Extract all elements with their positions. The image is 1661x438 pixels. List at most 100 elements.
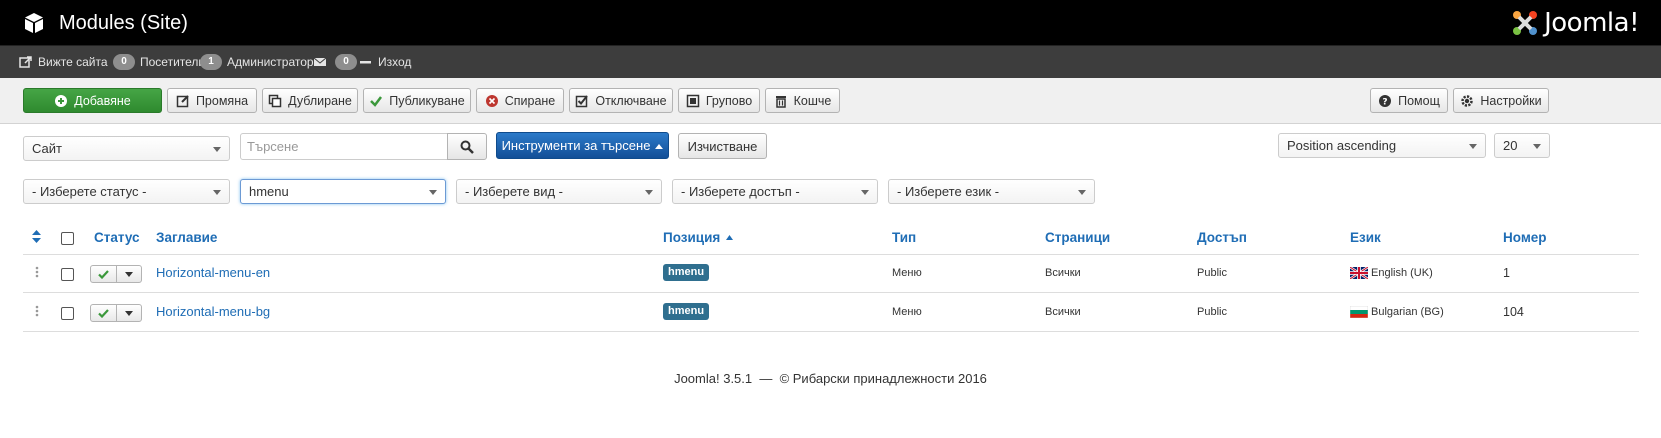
gear-icon: [1461, 94, 1474, 107]
status-dropdown-toggle[interactable]: [117, 305, 141, 321]
column-header-pages[interactable]: Страници: [1045, 230, 1110, 245]
publish-button-label: Публикуване: [389, 93, 465, 108]
admins-label: Администратор: [227, 55, 314, 69]
column-header-access[interactable]: Достъп: [1197, 230, 1247, 245]
external-link-icon: [19, 56, 32, 68]
logout-label: Изход: [378, 55, 412, 69]
edit-icon: [176, 94, 189, 107]
status-dropdown-toggle[interactable]: [117, 266, 141, 282]
published-toggle[interactable]: [91, 305, 117, 321]
module-title-link[interactable]: Horizontal-menu-bg: [156, 304, 270, 319]
published-toggle[interactable]: [91, 266, 117, 282]
help-button-label: Помощ: [1398, 93, 1440, 108]
help-icon: ?: [1379, 94, 1392, 107]
view-site-link[interactable]: Вижте сайта: [19, 46, 108, 78]
module-title-link[interactable]: Horizontal-menu-en: [156, 265, 270, 280]
footer: Joomla! 3.5.1 — © Рибарски принадлежност…: [674, 371, 987, 386]
joomla-logo-icon: [1513, 11, 1538, 35]
access-filter-select[interactable]: - Изберете достъп -: [672, 179, 878, 204]
chevron-down-icon: [1533, 144, 1541, 149]
checkin-button[interactable]: Отключване: [569, 88, 673, 113]
chevron-down-icon: [213, 190, 221, 195]
unpublish-button[interactable]: Спиране: [476, 88, 564, 113]
search-icon: [460, 140, 474, 154]
logout-link[interactable]: Изход: [359, 46, 411, 78]
search-input[interactable]: Търсене: [240, 133, 448, 160]
search-button[interactable]: [447, 133, 487, 160]
drag-handle-icon[interactable]: [35, 305, 39, 317]
messages-indicator[interactable]: 0: [313, 46, 357, 78]
cancel-circle-icon: [485, 94, 498, 107]
search-tools-label: Инструменти за търсене: [501, 138, 651, 153]
copy-icon: [268, 94, 282, 107]
visitors-label: Посетители: [140, 55, 206, 69]
column-header-position[interactable]: Позиция: [663, 230, 734, 245]
joomla-logo[interactable]: Joomla!: [1510, 6, 1639, 40]
client-select[interactable]: Сайт: [23, 136, 230, 161]
duplicate-button[interactable]: Дублиране: [262, 88, 358, 113]
id-cell: 1: [1503, 266, 1510, 280]
svg-text:?: ?: [1382, 97, 1387, 107]
type-filter-select[interactable]: - Изберете вид -: [456, 179, 662, 204]
sort-ordering-icon[interactable]: [32, 230, 41, 243]
admins-indicator: 1 Администратор: [200, 46, 314, 78]
help-button[interactable]: ? Помощ: [1370, 88, 1448, 113]
edit-button-label: Промяна: [195, 93, 249, 108]
status-filter-select[interactable]: - Изберете статус -: [23, 179, 230, 204]
search-tools-button[interactable]: Инструменти за търсене: [496, 132, 669, 159]
divider: [23, 254, 1639, 255]
column-header-position-label: Позиция: [663, 230, 721, 245]
select-all-checkbox[interactable]: [61, 232, 74, 245]
caret-down-icon: [125, 271, 133, 277]
column-header-status[interactable]: Статус: [94, 230, 140, 245]
chevron-down-icon: [213, 147, 221, 152]
status-toggle[interactable]: [90, 304, 142, 322]
trash-button[interactable]: Кошче: [765, 88, 840, 113]
clear-button-label: Изчистване: [687, 138, 758, 154]
pages-cell: Всички: [1045, 306, 1081, 318]
checkmark-icon: [370, 95, 383, 107]
type-filter-value: - Изберете вид -: [465, 184, 564, 199]
ordering-select[interactable]: Position ascending: [1278, 133, 1486, 158]
visitors-count-badge: 0: [113, 54, 135, 70]
search-placeholder: Търсене: [247, 139, 299, 154]
column-header-id[interactable]: Номер: [1503, 230, 1547, 245]
caret-up-icon: [655, 143, 664, 149]
admins-count-badge: 1: [200, 54, 222, 70]
limit-select[interactable]: 20: [1494, 133, 1550, 158]
chevron-down-icon: [645, 190, 653, 195]
checkmark-icon: [98, 308, 109, 318]
drag-handle-icon[interactable]: [35, 266, 39, 278]
row-checkbox[interactable]: [61, 268, 74, 281]
row-checkbox[interactable]: [61, 307, 74, 320]
position-filter-select[interactable]: hmenu: [240, 179, 446, 204]
caret-down-icon: [125, 310, 133, 316]
position-badge: hmenu: [663, 303, 710, 320]
chevron-down-icon: [429, 190, 437, 195]
envelope-icon: [313, 57, 327, 66]
clear-button[interactable]: Изчистване: [678, 133, 767, 159]
options-button[interactable]: Настройки: [1453, 88, 1549, 113]
column-header-type[interactable]: Тип: [892, 230, 916, 245]
bulgaria-flag-icon: [1350, 306, 1368, 318]
chevron-down-icon: [1469, 144, 1477, 149]
column-header-title[interactable]: Заглавие: [156, 230, 217, 245]
status-toggle[interactable]: [90, 265, 142, 283]
toolbar: Добавяне Промяна Дублиране Публикуване С…: [0, 78, 1661, 124]
column-header-language[interactable]: Език: [1350, 230, 1381, 245]
view-site-label: Вижте сайта: [38, 55, 108, 69]
plus-circle-icon: [55, 94, 68, 107]
language-cell: English (UK): [1371, 267, 1433, 279]
add-button[interactable]: Добавяне: [23, 88, 162, 113]
ordering-select-value: Position ascending: [1287, 138, 1397, 153]
language-filter-select[interactable]: - Изберете език -: [888, 179, 1095, 204]
publish-button[interactable]: Публикуване: [363, 88, 471, 113]
status-bar: Вижте сайта 0 Посетители 1 Администратор…: [0, 46, 1661, 78]
checkin-button-label: Отключване: [595, 93, 667, 108]
batch-button[interactable]: Групово: [678, 88, 760, 113]
client-select-value: Сайт: [32, 141, 62, 156]
edit-button[interactable]: Промяна: [167, 88, 257, 113]
type-cell: Меню: [892, 267, 922, 279]
trash-icon: [775, 95, 786, 108]
position-badge: hmenu: [663, 264, 710, 281]
